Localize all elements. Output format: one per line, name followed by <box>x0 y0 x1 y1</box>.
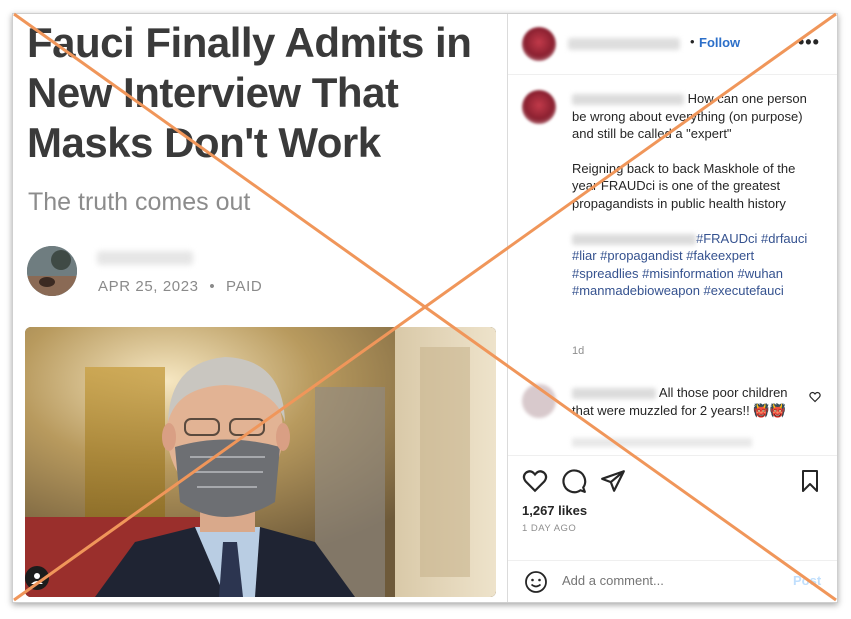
post-header: • Follow ••• <box>508 14 837 75</box>
heart-icon[interactable] <box>522 468 548 499</box>
share-icon[interactable] <box>600 468 626 499</box>
add-comment-bar: Post <box>508 560 837 602</box>
comment-emoji: 👹👹 <box>753 402 786 418</box>
caption-age: 1d <box>572 345 585 357</box>
post-actions: 1,267 likes 1 DAY AGO <box>508 455 837 561</box>
follow-button[interactable]: Follow <box>699 35 740 50</box>
person-icon[interactable] <box>25 566 49 590</box>
blurred-hashtags[interactable] <box>572 233 696 245</box>
follow-separator: • <box>690 34 695 49</box>
author-name[interactable] <box>97 251 193 265</box>
article-panel: Fauci Finally Admits in New Interview Th… <box>13 14 507 602</box>
poster-avatar[interactable] <box>522 27 556 61</box>
poster-username[interactable] <box>568 38 680 50</box>
caption-text-2: Reigning back to back Maskhole of the ye… <box>572 160 796 211</box>
bookmark-icon[interactable] <box>798 468 822 499</box>
comment-icon[interactable] <box>561 468 587 499</box>
emoji-icon[interactable] <box>524 570 548 599</box>
hashtag-fraudci[interactable]: #FRAUDci <box>696 231 757 246</box>
article-access: PAID <box>226 278 263 295</box>
meta-separator: • <box>209 278 216 295</box>
commenter-username[interactable] <box>572 388 656 400</box>
article-photo <box>25 327 496 597</box>
comment: All those poor children that were muzzle… <box>572 384 802 419</box>
instagram-panel: • Follow ••• How can one person be wrong… <box>507 14 837 602</box>
comment-blurred-line <box>572 438 752 447</box>
comment-like-icon[interactable] <box>809 390 821 408</box>
caption-username[interactable] <box>572 94 684 106</box>
article-date: APR 25, 2023 <box>98 278 199 295</box>
post-button[interactable]: Post <box>793 573 821 588</box>
commenter-avatar[interactable] <box>522 384 556 418</box>
author-avatar[interactable] <box>27 246 77 296</box>
article-subtitle: The truth comes out <box>28 188 251 216</box>
post-caption: How can one person be wrong about everyt… <box>572 90 822 300</box>
more-icon[interactable]: ••• <box>798 32 820 53</box>
caption-avatar[interactable] <box>522 90 556 124</box>
article-meta: APR 25, 2023 • PAID <box>98 278 262 295</box>
post-time: 1 DAY AGO <box>522 523 577 534</box>
article-headline: Fauci Finally Admits in New Interview Th… <box>27 19 472 166</box>
comment-input[interactable] <box>562 573 762 588</box>
screenshot-frame: Fauci Finally Admits in New Interview Th… <box>12 13 838 603</box>
like-count[interactable]: 1,267 likes <box>522 503 587 518</box>
